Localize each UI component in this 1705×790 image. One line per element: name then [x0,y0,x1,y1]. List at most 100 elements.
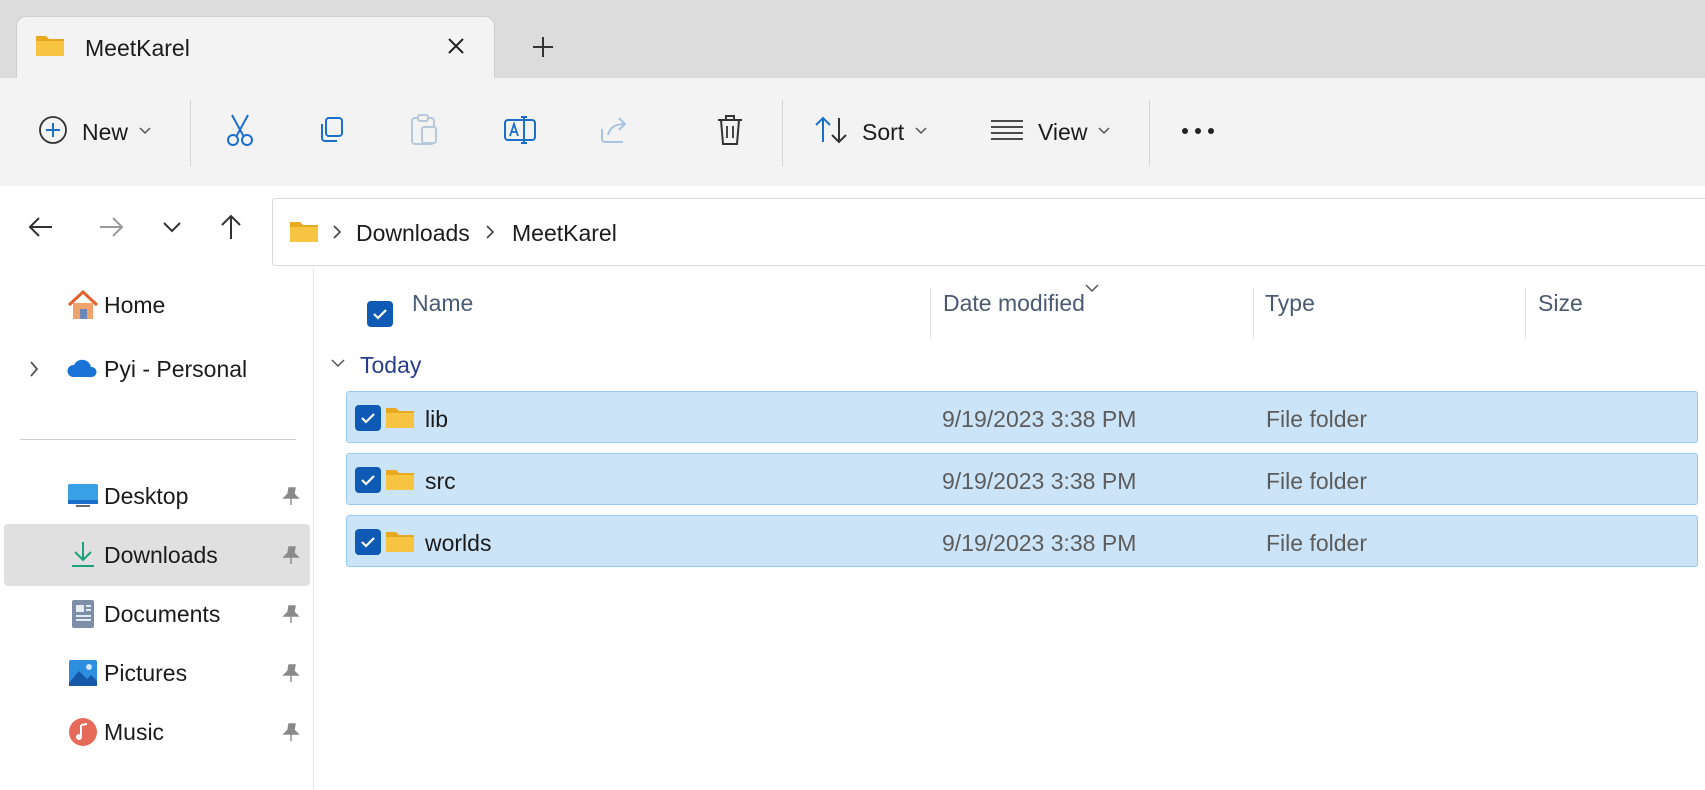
row-checkbox[interactable] [355,405,381,431]
sidebar-item-label: Music [104,719,165,745]
folder-icon [35,33,65,62]
sort-button[interactable]: Sort [814,78,928,186]
table-row[interactable]: worlds 9/19/2023 3:38 PM File folder [346,515,1698,567]
command-bar: New Sort View [0,78,1705,187]
back-arrow-icon[interactable] [26,212,56,242]
trash-icon [715,113,745,152]
view-label: View [1038,118,1088,145]
file-list: Name Date modified Type Size Today lib 9… [316,268,1705,790]
file-name: src [425,468,456,494]
row-checkbox[interactable] [355,529,381,555]
sort-descending-chevron-icon [1084,280,1100,298]
toolbar-divider [1149,100,1150,166]
sort-label: Sort [862,118,905,145]
folder-icon [385,529,415,558]
scissors-icon [224,113,256,152]
music-icon [66,716,98,748]
sidebar-item-label: Pyi - Personal [104,356,248,382]
folder-icon [385,405,415,434]
file-date: 9/19/2023 3:38 PM [942,530,1137,556]
sidebar-item-label: Desktop [104,483,189,509]
pin-icon[interactable] [282,486,300,511]
sidebar-item-pictures[interactable]: Pictures [4,642,310,704]
chevron-down-icon [1097,123,1111,141]
share-button[interactable] [598,78,632,186]
folder-icon [385,467,415,496]
tab-title: MeetKarel [85,35,190,61]
pin-icon[interactable] [282,722,300,747]
more-options-button[interactable] [1180,78,1216,186]
copy-icon [316,114,348,151]
delete-button[interactable] [715,78,745,186]
pictures-icon [66,657,98,689]
folder-icon [289,219,319,248]
up-arrow-icon[interactable] [216,212,246,242]
column-size[interactable]: Size [1538,278,1583,328]
breadcrumb-chevron-icon[interactable] [331,223,343,246]
toolbar-divider [190,100,191,166]
breadcrumb-meetkarel[interactable]: MeetKarel [512,220,617,247]
row-checkbox[interactable] [355,467,381,493]
tab-strip: MeetKarel [0,0,1705,78]
sidebar-item-label: Pictures [104,660,188,686]
sidebar-item-desktop[interactable]: Desktop [4,465,310,527]
column-divider[interactable] [1253,288,1254,338]
sidebar-item-onedrive[interactable]: Pyi - Personal [4,338,310,400]
column-name[interactable]: Name [412,278,473,328]
plus-circle-icon [38,115,68,150]
sidebar-item-label: Home [104,292,166,318]
pin-icon[interactable] [282,545,300,570]
pin-icon[interactable] [282,604,300,629]
sidebar-item-downloads[interactable]: Downloads [4,524,310,586]
column-header-row: Name Date modified Type Size [316,278,1705,338]
file-type: File folder [1266,406,1367,432]
view-list-icon [990,117,1024,148]
file-type: File folder [1266,468,1367,494]
new-label: New [82,118,129,145]
tab-meetkarel[interactable]: MeetKarel [16,16,495,78]
chevron-down-icon [138,123,152,141]
sidebar-divider [20,439,296,440]
navigation-row: Downloads MeetKarel [0,186,1705,268]
new-button[interactable]: New [38,78,152,186]
cut-button[interactable] [224,78,256,186]
column-divider[interactable] [930,288,931,338]
group-label: Today [360,351,422,378]
sidebar-item-documents[interactable]: Documents [4,583,310,645]
sidebar-item-home[interactable]: Home [4,274,310,336]
forward-arrow-icon[interactable] [96,212,126,242]
breadcrumb-chevron-icon[interactable] [484,223,496,246]
paste-button[interactable] [408,78,440,186]
chevron-right-icon[interactable] [28,359,40,384]
address-bar[interactable]: Downloads MeetKarel [272,198,1705,266]
new-tab-plus-icon[interactable] [528,32,558,62]
column-divider[interactable] [1525,288,1526,338]
navigation-pane: Home Pyi - Personal Desktop Downloads Do… [0,268,314,790]
sidebar-item-music[interactable]: Music [4,701,310,763]
close-icon[interactable] [443,33,469,59]
view-button[interactable]: View [990,78,1111,186]
ellipsis-icon [1180,123,1216,141]
column-type[interactable]: Type [1265,278,1315,328]
share-icon [598,115,632,150]
table-row[interactable]: lib 9/19/2023 3:38 PM File folder [346,391,1698,443]
select-all-checkbox[interactable] [367,301,393,327]
sidebar-item-label: Documents [104,601,221,627]
download-arrow-icon [66,539,98,571]
rename-button[interactable] [503,78,537,186]
pin-icon[interactable] [282,663,300,688]
documents-icon [66,598,98,630]
recent-locations-chevron-icon[interactable] [157,212,187,242]
column-date-modified[interactable]: Date modified [943,278,1085,328]
copy-button[interactable] [316,78,348,186]
rename-icon [503,114,537,151]
file-name: lib [425,406,449,432]
file-date: 9/19/2023 3:38 PM [942,406,1137,432]
sort-arrows-icon [814,115,848,150]
file-date: 9/19/2023 3:38 PM [942,468,1137,494]
sidebar-item-label: Downloads [104,542,218,568]
table-row[interactable]: src 9/19/2023 3:38 PM File folder [346,453,1698,505]
desktop-icon [66,480,98,512]
breadcrumb-downloads[interactable]: Downloads [356,220,470,247]
group-header-today[interactable]: Today [330,350,421,380]
